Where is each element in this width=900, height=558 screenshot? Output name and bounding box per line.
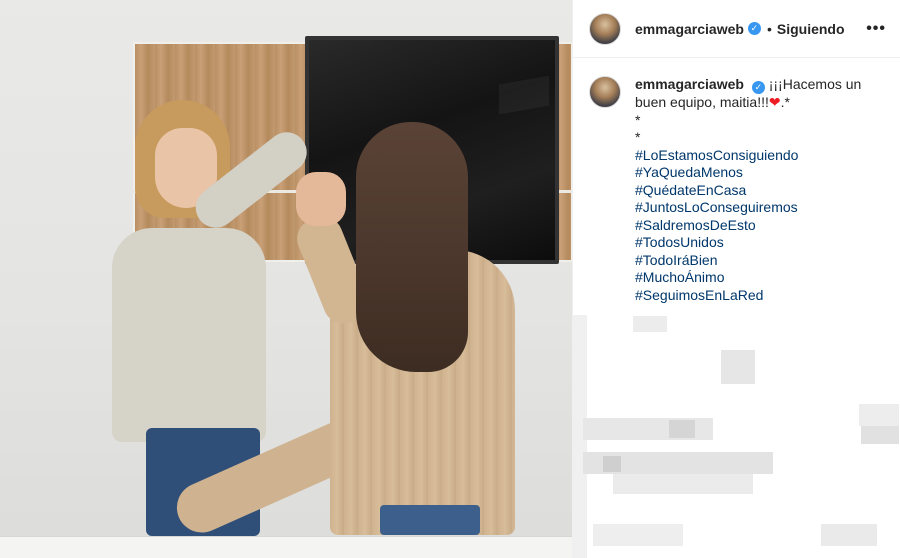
heart-emoji-icon: ❤ xyxy=(768,94,781,110)
hashtag-link[interactable]: #TodosUnidos xyxy=(635,234,884,252)
post-photo[interactable] xyxy=(0,0,572,558)
girl-hair xyxy=(356,122,468,372)
following-button[interactable]: Siguiendo xyxy=(777,21,845,37)
hashtag-link[interactable]: #QuédateEnCasa xyxy=(635,182,884,200)
hashtag-link[interactable]: #SaldremosDeEsto xyxy=(635,217,884,235)
girl-jeans xyxy=(380,505,480,535)
caption-avatar[interactable] xyxy=(589,76,621,108)
avatar[interactable] xyxy=(589,12,621,45)
caption-line: * xyxy=(635,111,641,128)
hashtag-link[interactable]: #SeguimosEnLaRed xyxy=(635,287,884,305)
post-header: emmagarciaweb ✓ • Siguiendo ••• xyxy=(573,0,900,58)
more-options-icon[interactable]: ••• xyxy=(866,20,886,38)
username-link[interactable]: emmagarciaweb xyxy=(635,21,744,37)
hashtag-link[interactable]: #MuchoÁnimo xyxy=(635,269,884,287)
hashtag-link[interactable]: #JuntosLoConseguiremos xyxy=(635,199,884,217)
post-sidebar: emmagarciaweb ✓ • Siguiendo ••• emmagarc… xyxy=(572,0,900,558)
table xyxy=(0,536,572,558)
caption-username-link[interactable]: emmagarciaweb xyxy=(635,76,744,92)
verified-badge-icon: ✓ xyxy=(751,81,765,94)
woman-cardigan xyxy=(112,228,266,442)
caption-line: * xyxy=(635,129,641,145)
post-caption: emmagarciaweb ✓ ¡¡¡Hacemos un buen equip… xyxy=(573,58,900,304)
verified-badge-icon: ✓ xyxy=(747,22,761,35)
caption-suffix: .* xyxy=(780,94,790,110)
caption-body: emmagarciaweb ✓ ¡¡¡Hacemos un buen equip… xyxy=(635,76,884,304)
clasped-hands xyxy=(296,172,346,226)
hashtag-link[interactable]: #LoEstamosConsiguiendo xyxy=(635,147,884,165)
hashtag-link[interactable]: #YaQuedaMenos xyxy=(635,164,884,182)
hashtag-link[interactable]: #TodoIráBien xyxy=(635,252,884,270)
separator-dot: • xyxy=(766,20,772,37)
